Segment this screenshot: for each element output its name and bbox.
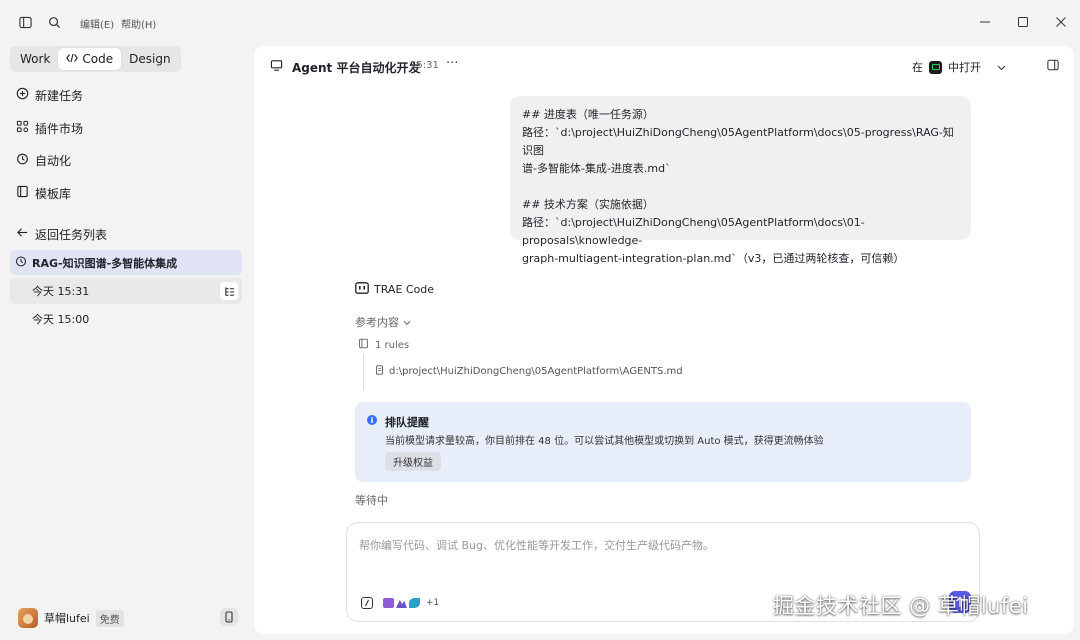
message-line: graph-multiagent-integration-plan.md`（v3… bbox=[522, 252, 905, 265]
mountain-plugin-icon bbox=[396, 600, 407, 608]
nav-automation[interactable]: 自动化 bbox=[16, 149, 71, 171]
notice-title: 排队提醒 bbox=[385, 416, 429, 429]
nav-label: 插件市场 bbox=[35, 121, 84, 136]
nav-label: 模板库 bbox=[35, 186, 72, 201]
book-icon bbox=[16, 185, 29, 201]
message-line: 路径：`d:\project\HuiZhiDongCheng\05AgentPl… bbox=[522, 216, 865, 247]
monitor-icon bbox=[270, 59, 283, 75]
nav-plugin-market[interactable]: 插件市场 bbox=[16, 117, 83, 139]
open-prefix: 在 bbox=[912, 61, 923, 74]
main-header: Agent 平台自动化开发 15:31 ··· 在 中打开 bbox=[254, 46, 1074, 86]
agent-label: TRAE Code bbox=[374, 283, 435, 296]
message-line bbox=[522, 178, 959, 196]
title-bar: 编辑(E) 帮助(H) bbox=[0, 0, 1080, 44]
nav-new-task[interactable]: 新建任务 bbox=[16, 84, 83, 106]
slash-command-icon[interactable] bbox=[361, 597, 373, 609]
leaf-plugin-icon bbox=[409, 598, 420, 608]
mode-design[interactable]: Design bbox=[121, 48, 178, 70]
session-time: 15:31 bbox=[410, 60, 439, 71]
user-name: 草帽lufei bbox=[44, 612, 90, 625]
rule-file-link[interactable]: d:\project\HuiZhiDongCheng\05AgentPlatfo… bbox=[375, 365, 683, 378]
nav-label: 自动化 bbox=[35, 153, 72, 168]
tree-icon[interactable] bbox=[220, 282, 238, 300]
message-line: ## 技术方案（实施依据） bbox=[522, 198, 654, 211]
minimize-icon[interactable] bbox=[977, 14, 993, 30]
notice-text: 当前模型请求量较高，你目前排在 48 位。可以尝试其他模型或切换到 Auto 模… bbox=[385, 436, 824, 447]
run-item[interactable]: 今天 15:00 bbox=[10, 306, 242, 332]
nav-label: 返回任务列表 bbox=[35, 227, 108, 242]
mode-switch: Work Code Design bbox=[10, 46, 181, 72]
code-icon bbox=[66, 52, 79, 66]
chevron-down-icon bbox=[403, 316, 411, 329]
video-plugin-icon bbox=[383, 598, 394, 608]
nav-back-to-tasks[interactable]: 返回任务列表 bbox=[16, 223, 107, 245]
plan-badge: 免费 bbox=[95, 609, 124, 627]
user-message: ## 进度表（唯一任务源） 路径：`d:\project\HuiZhiDongC… bbox=[510, 96, 971, 265]
run-label: 今天 15:00 bbox=[32, 313, 90, 326]
mode-label: Code bbox=[82, 52, 114, 66]
chat-input[interactable] bbox=[359, 537, 959, 577]
rule-path: d:\project\HuiZhiDongCheng\05AgentPlatfo… bbox=[389, 366, 683, 377]
message-line: ## 进度表（唯一任务源） bbox=[522, 108, 654, 121]
file-icon bbox=[375, 365, 384, 378]
task-item-active[interactable]: RAG-知识图谱-多智能体集成 bbox=[10, 250, 242, 275]
chevron-down-icon bbox=[997, 61, 1006, 74]
queue-notice: i 排队提醒 当前模型请求量较高，你目前排在 48 位。可以尝试其他模型或切换到… bbox=[355, 402, 971, 482]
main-panel: Agent 平台自动化开发 15:31 ··· 在 中打开 ## 进度表（唯一任… bbox=[254, 46, 1074, 634]
sidebar-toggle-icon[interactable] bbox=[16, 13, 34, 31]
message-line: 谱-多智能体-集成-进度表.md` bbox=[522, 162, 671, 175]
upgrade-button[interactable]: 升级权益 bbox=[385, 452, 441, 471]
mode-label: Work bbox=[20, 52, 51, 66]
mode-code[interactable]: Code bbox=[58, 48, 122, 70]
info-icon: i bbox=[367, 415, 377, 425]
waiting-status: 等待中 bbox=[355, 494, 388, 507]
more-button[interactable]: ··· bbox=[446, 56, 458, 71]
plugin-icons[interactable]: +1 bbox=[383, 598, 439, 608]
menu-edit[interactable]: 编辑(E) bbox=[80, 16, 114, 31]
task-title: RAG-知识图谱-多智能体集成 bbox=[32, 256, 178, 270]
input-toolbar: +1 bbox=[361, 597, 439, 609]
phone-icon[interactable] bbox=[220, 608, 238, 626]
page-title: Agent 平台自动化开发 bbox=[292, 61, 421, 75]
divider bbox=[363, 354, 364, 390]
close-icon[interactable] bbox=[1053, 14, 1069, 30]
new-task-icon bbox=[16, 87, 29, 103]
watermark: 掘金技术社区 @ 草帽lufei bbox=[773, 594, 1029, 618]
run-label: 今天 15:31 bbox=[32, 285, 90, 298]
trae-logo-icon bbox=[355, 282, 369, 297]
run-item-selected[interactable]: 今天 15:31 bbox=[10, 278, 242, 304]
menu-help[interactable]: 帮助(H) bbox=[121, 16, 156, 31]
plugins-more: +1 bbox=[426, 598, 440, 608]
search-icon[interactable] bbox=[45, 13, 63, 31]
sidebar: Work Code Design 新建任务 插件市场 自动化 模板库 返回任务列… bbox=[0, 44, 252, 640]
clock-icon bbox=[16, 152, 29, 168]
plugin-icon bbox=[16, 120, 29, 136]
open-in-button[interactable]: 在 中打开 bbox=[912, 59, 1006, 75]
clock-icon bbox=[15, 255, 27, 270]
mode-label: Design bbox=[129, 52, 171, 66]
message-line: 路径：`d:\project\HuiZhiDongCheng\05AgentPl… bbox=[522, 126, 954, 157]
mode-work[interactable]: Work bbox=[12, 48, 58, 70]
user-profile[interactable]: 草帽lufei 免费 bbox=[18, 608, 124, 628]
reference-label: 参考内容 bbox=[355, 316, 399, 329]
maximize-icon[interactable] bbox=[1015, 14, 1031, 30]
reference-toggle[interactable]: 参考内容 bbox=[355, 314, 411, 330]
book-icon bbox=[358, 338, 369, 352]
rules-summary: 1 rules bbox=[358, 338, 409, 352]
arrow-left-icon bbox=[16, 226, 29, 242]
open-label: 中打开 bbox=[948, 61, 981, 74]
agent-name: TRAE Code bbox=[355, 282, 434, 297]
avatar bbox=[18, 608, 38, 628]
nav-templates[interactable]: 模板库 bbox=[16, 182, 71, 204]
rules-count: 1 rules bbox=[375, 339, 410, 351]
nav-label: 新建任务 bbox=[35, 88, 84, 103]
terminal-app-icon bbox=[929, 60, 942, 74]
panel-toggle-icon[interactable] bbox=[1047, 59, 1059, 74]
